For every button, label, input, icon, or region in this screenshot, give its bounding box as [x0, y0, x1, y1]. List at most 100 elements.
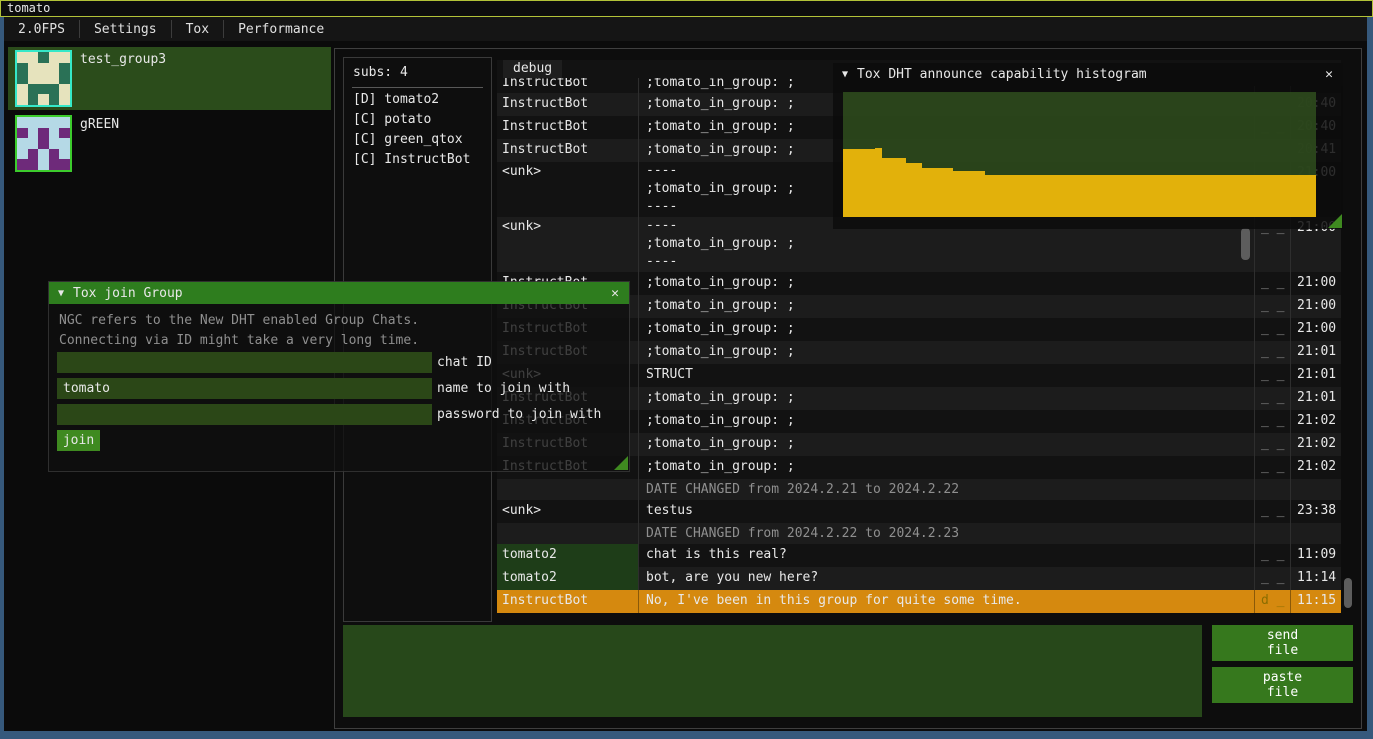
avatar-pixel — [49, 138, 60, 149]
menu-item-performance[interactable]: Performance — [224, 17, 338, 41]
join-name-input[interactable]: tomato — [57, 378, 432, 399]
sender-name: tomato2 — [497, 544, 639, 567]
avatar-pixel — [59, 63, 70, 74]
join-password-input[interactable] — [57, 404, 432, 425]
avatar-pixel — [17, 149, 28, 160]
join-button[interactable]: join — [57, 430, 100, 451]
histogram-bar — [1182, 175, 1190, 217]
histogram-bar — [1127, 175, 1135, 217]
chat-row[interactable]: InstructBotNo, I've been in this group f… — [497, 590, 1341, 613]
avatar-pixel — [38, 52, 49, 63]
histogram-bar — [1238, 175, 1246, 217]
avatar-pixel — [59, 149, 70, 160]
collapse-arrow-icon[interactable]: ▼ — [49, 288, 73, 299]
timestamp: 11:15 — [1291, 590, 1341, 613]
paste-file-label-line1: paste — [1263, 670, 1302, 685]
histogram-bar — [977, 171, 985, 217]
histogram-bar — [1214, 175, 1222, 217]
dht-histogram-title-bar[interactable]: ▼ Tox DHT announce capability histogram … — [833, 63, 1343, 86]
histogram-bar — [882, 158, 890, 217]
sender-name: InstructBot — [497, 116, 639, 139]
resize-grip[interactable] — [614, 456, 628, 470]
avatar-pixel — [17, 63, 28, 74]
join-group-window[interactable]: ▼ Tox join Group ✕ NGC refers to the New… — [48, 281, 630, 472]
message-text: ;tomato_in_group: ; — [639, 387, 1255, 410]
histogram-bar — [1230, 175, 1238, 217]
histogram-bar — [961, 171, 969, 217]
avatar-pixel — [38, 84, 49, 95]
message-text: ;tomato_in_group: ; — [639, 318, 1255, 341]
message-text: ;tomato_in_group: ; — [639, 295, 1255, 318]
chat-row[interactable]: DATE CHANGED from 2024.2.22 to 2024.2.23 — [497, 523, 1341, 544]
avatar-pixel — [28, 128, 39, 139]
sender-name: InstructBot — [497, 78, 639, 93]
resize-grip[interactable] — [1328, 214, 1342, 228]
histogram-bar — [1245, 175, 1253, 217]
avatar-pixel — [17, 84, 28, 95]
histogram-bar — [1135, 175, 1143, 217]
chat-id-input[interactable] — [57, 352, 432, 373]
avatar-pixel — [28, 63, 39, 74]
histogram-bar — [1064, 175, 1072, 217]
delivery-flags: _ _ — [1255, 567, 1291, 590]
member-item[interactable]: [D] tomato2 — [353, 90, 439, 110]
message-line: ---- — [646, 253, 1254, 271]
histogram-bar — [1009, 175, 1017, 217]
histogram-bar — [993, 175, 1001, 217]
histogram-bar — [914, 163, 922, 217]
sender-name: <unk> — [497, 500, 639, 523]
avatar-pixel — [49, 117, 60, 128]
histogram-bar — [938, 168, 946, 217]
member-item[interactable]: [C] potato — [353, 110, 431, 130]
join-name-label: name to join with — [437, 378, 570, 399]
histogram-bar — [1048, 175, 1056, 217]
avatar-pixel — [38, 73, 49, 84]
tab-debug[interactable]: debug — [503, 60, 562, 78]
avatar-pixel — [59, 138, 70, 149]
member-item[interactable]: [C] green_qtox — [353, 130, 463, 150]
window-title-bar[interactable]: tomato — [0, 0, 1373, 17]
histogram-bar — [1159, 175, 1167, 217]
avatar-pixel — [38, 94, 49, 105]
histogram-bar — [1269, 175, 1277, 217]
close-icon[interactable]: ✕ — [611, 286, 629, 301]
menu-item-tox[interactable]: Tox — [172, 17, 223, 41]
menu-item-settings[interactable]: Settings — [80, 17, 171, 41]
group-item-green[interactable]: gREEN — [8, 112, 331, 175]
histogram-bar — [1040, 175, 1048, 217]
histogram-bar — [1096, 175, 1104, 217]
avatar-pixel — [49, 73, 60, 84]
histogram-bar — [953, 171, 961, 217]
send-file-button[interactable]: send file — [1212, 625, 1353, 661]
message-text: ;tomato_in_group: ; — [639, 410, 1255, 433]
message-input[interactable] — [343, 625, 1202, 717]
chat-row[interactable]: DATE CHANGED from 2024.2.21 to 2024.2.22 — [497, 479, 1341, 500]
chat-row[interactable]: tomato2chat is this real?_ _11:09 — [497, 544, 1341, 567]
join-group-title-bar[interactable]: ▼ Tox join Group ✕ — [49, 282, 629, 304]
group-name: test_group3 — [80, 52, 166, 67]
message-scrollbar-thumb[interactable] — [1241, 228, 1250, 260]
avatar-pixel — [38, 128, 49, 139]
histogram-bar — [898, 158, 906, 217]
delivery-flags: _ _ — [1255, 295, 1291, 318]
avatar-pixel — [17, 73, 28, 84]
close-icon[interactable]: ✕ — [1325, 67, 1343, 82]
member-item[interactable]: [C] InstructBot — [353, 150, 470, 170]
avatar-pixel — [49, 52, 60, 63]
delivery-flags: _ _ — [1255, 544, 1291, 567]
histogram-bar — [890, 158, 898, 217]
avatar-pixel — [49, 159, 60, 170]
dht-histogram-window[interactable]: ▼ Tox DHT announce capability histogram … — [833, 63, 1343, 229]
chat-row[interactable]: <unk>testus_ _23:38 — [497, 500, 1341, 523]
timestamp: 21:00 — [1291, 272, 1341, 295]
group-item-test-group3[interactable]: test_group3 — [8, 47, 331, 110]
paste-file-button[interactable]: paste file — [1212, 667, 1353, 703]
timestamp — [1291, 479, 1341, 500]
chat-row[interactable]: tomato2bot, are you new here?_ _11:14 — [497, 567, 1341, 590]
message-text: ;tomato_in_group: ; — [639, 433, 1255, 456]
delivery-flags: _ _ — [1255, 341, 1291, 364]
sender-name: InstructBot — [497, 139, 639, 162]
chat-scrollbar-thumb[interactable] — [1344, 578, 1352, 608]
collapse-arrow-icon[interactable]: ▼ — [833, 69, 857, 80]
menu-item-2-0fps[interactable]: 2.0FPS — [4, 17, 79, 41]
